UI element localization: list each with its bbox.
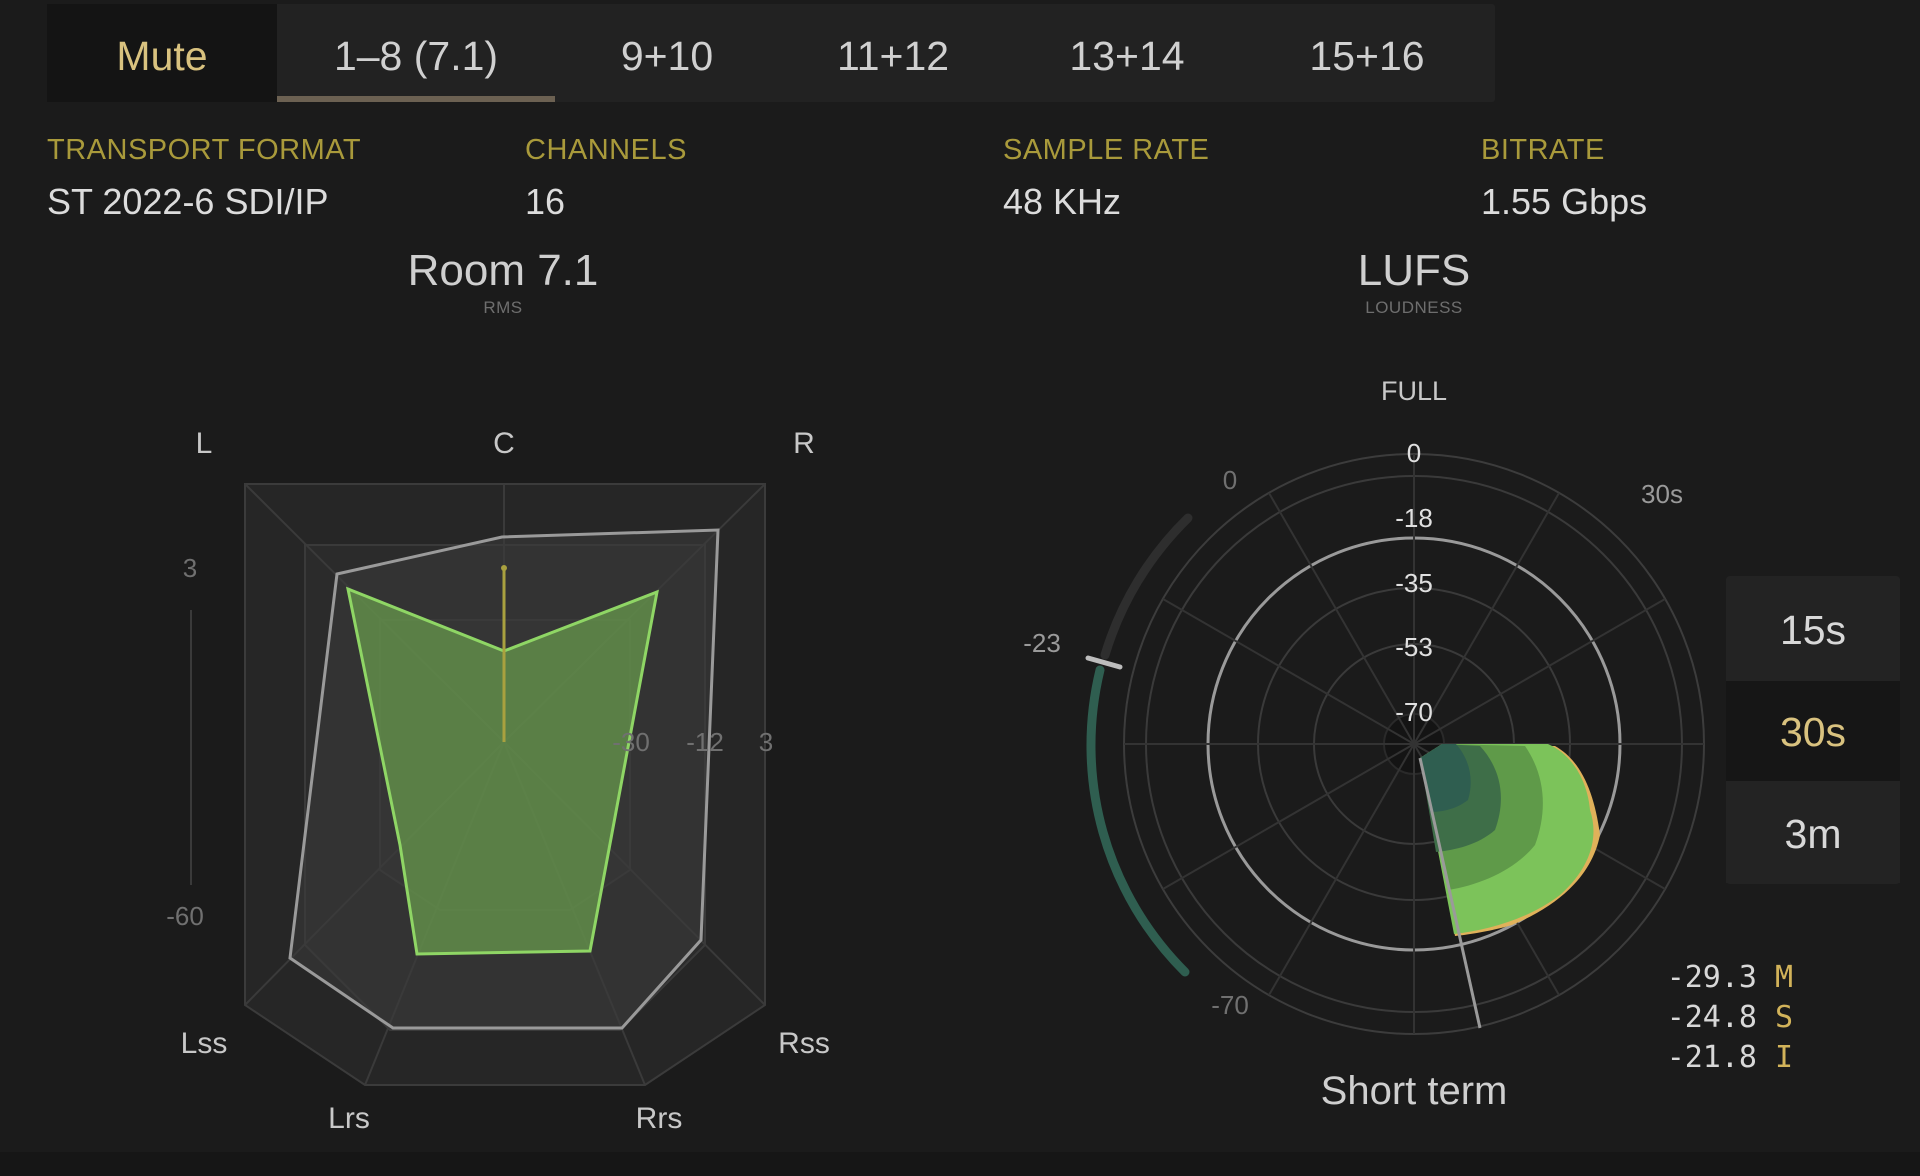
integrated-value: -21.8 [1666, 1040, 1757, 1075]
scale-label-h1: -30 [612, 727, 650, 757]
outer-label-zero: 0 [1223, 465, 1237, 495]
outer-label-target: -23 [1023, 628, 1061, 658]
lufs-radial-spokes [1124, 454, 1704, 1034]
time-window-selector: 15s 30s 3m [1726, 576, 1900, 884]
momentary-value: -29.3 [1666, 960, 1757, 995]
channel-label-c: C [493, 427, 515, 460]
time-30s-button[interactable]: 30s [1726, 681, 1900, 781]
short-term-unit: S [1775, 1000, 1794, 1035]
integrated-unit: I [1775, 1040, 1794, 1075]
scale-label-h2: -12 [686, 727, 724, 757]
scale-label-h3: 3 [759, 727, 773, 757]
ring-label-53: -53 [1395, 632, 1433, 662]
readout-short-term: -24.8 S [1645, 1000, 1793, 1035]
outer-label-time: 30s [1641, 479, 1683, 509]
ring-label-0: 0 [1407, 438, 1421, 468]
channel-label-rss: Rss [778, 1027, 830, 1060]
time-3m-button[interactable]: 3m [1726, 783, 1900, 883]
scale-label-top: 3 [183, 553, 197, 583]
readout-integrated: -21.8 I [1645, 1040, 1793, 1075]
center-level-dot [501, 565, 507, 571]
lufs-caption: Short term [1321, 1069, 1508, 1113]
channel-label-l: L [196, 427, 213, 460]
ring-label-18: -18 [1395, 503, 1433, 533]
momentary-unit: M [1775, 960, 1794, 995]
lufs-arc-lower [1086, 665, 1190, 977]
short-term-value: -24.8 [1666, 1000, 1757, 1035]
outer-label-min: -70 [1211, 990, 1249, 1020]
bottom-strip [0, 1152, 1920, 1176]
readout-momentary: -29.3 M [1645, 960, 1793, 995]
time-15s-button[interactable]: 15s [1726, 579, 1900, 679]
ring-label-35: -35 [1395, 568, 1433, 598]
channel-label-lrs: Lrs [328, 1102, 370, 1135]
lufs-circular-meter: FULL 0 -18 -35 -53 -70 0 -23 -70 30s Sho… [1023, 376, 1705, 1113]
scale-label-bottom: -60 [166, 901, 204, 931]
channel-label-r: R [793, 427, 815, 460]
lufs-mode-label: FULL [1381, 376, 1447, 406]
room-radar-meter: L C R Lss Lrs Rrs Rss 3 -60 -30 -12 3 [166, 427, 830, 1135]
ring-label-70: -70 [1395, 697, 1433, 727]
channel-label-lss: Lss [181, 1027, 228, 1060]
channel-label-rrs: Rrs [636, 1102, 683, 1135]
